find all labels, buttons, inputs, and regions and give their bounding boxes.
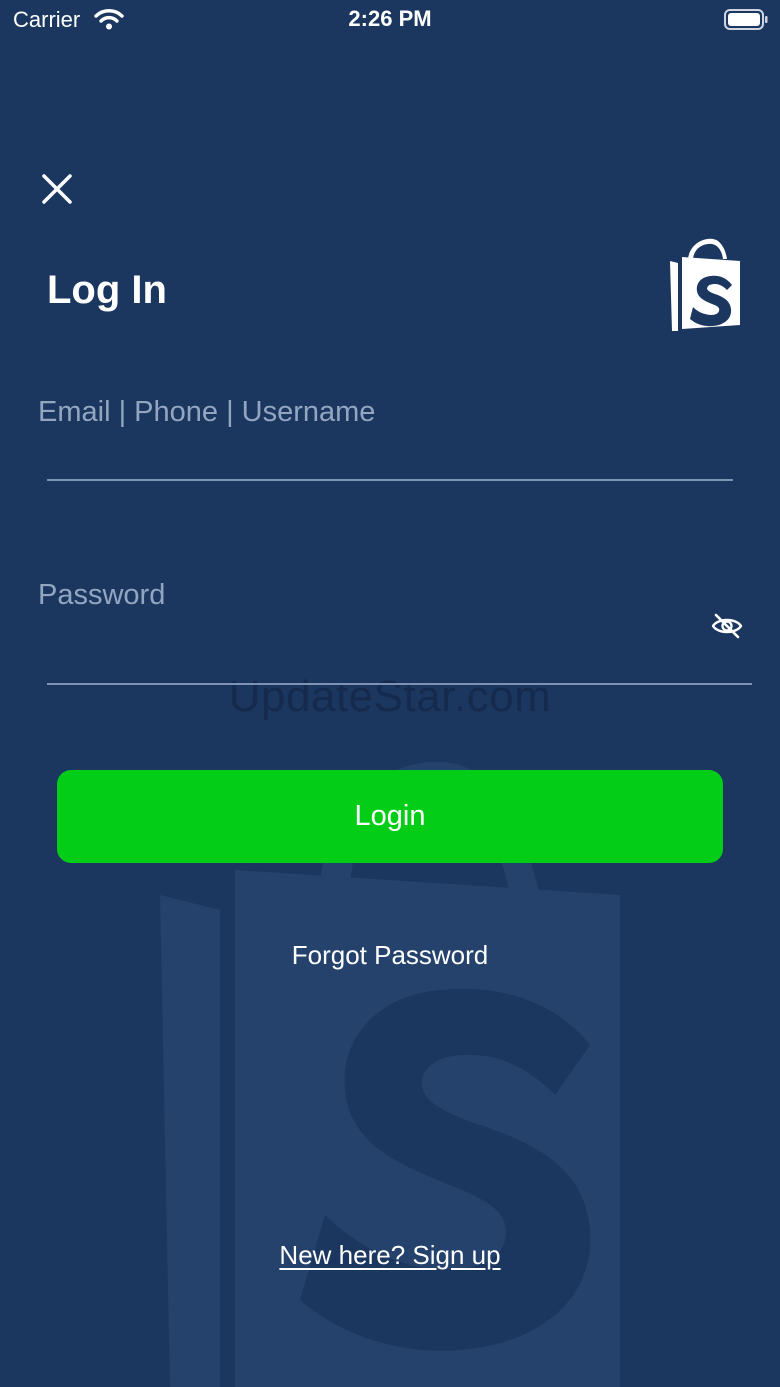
login-button[interactable]: Login [57, 770, 723, 863]
identifier-input[interactable] [38, 392, 728, 432]
eye-off-icon[interactable] [710, 611, 744, 641]
battery-full-icon [724, 9, 768, 30]
identifier-input-underline [47, 479, 733, 481]
status-time: 2:26 PM [348, 6, 432, 31]
close-icon[interactable] [36, 168, 78, 210]
watermark-text: UpdateStar.com [228, 672, 552, 721]
page-title: Log In [47, 268, 167, 312]
signup-link[interactable]: New here? Sign up [0, 1240, 780, 1271]
password-input-underline [47, 683, 752, 685]
status-bar: Carrier 2:26 PM [0, 0, 780, 40]
shopping-bag-logo-icon [670, 238, 740, 331]
forgot-password-link[interactable]: Forgot Password [0, 940, 780, 971]
password-input[interactable] [38, 575, 688, 615]
